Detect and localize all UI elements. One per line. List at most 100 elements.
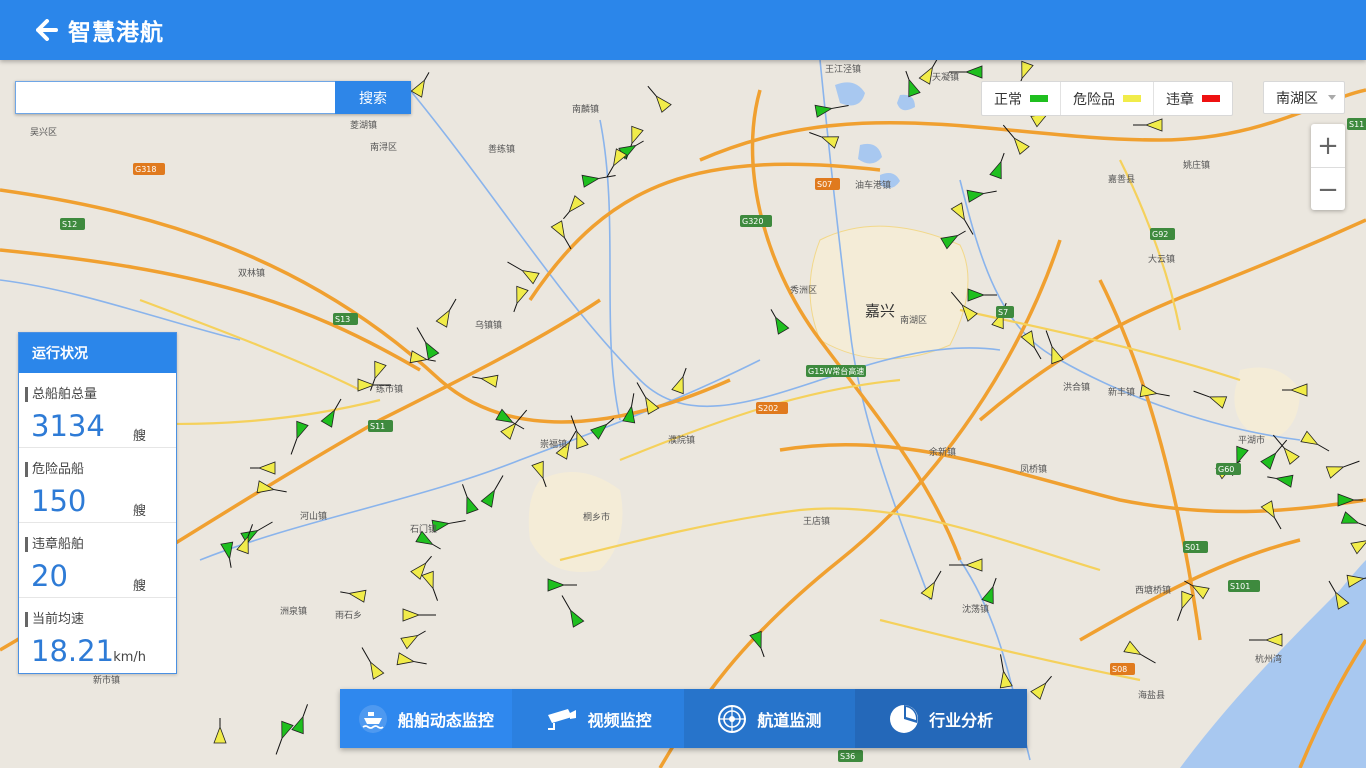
road-shield: G60 — [1216, 463, 1241, 475]
place-label: 菱湖镇 — [350, 119, 377, 131]
road-shield: G15W常台高速 — [806, 365, 866, 377]
road-shield: S36 — [838, 750, 863, 762]
nav-industry-analysis-button[interactable]: 行业分析 — [855, 689, 1027, 748]
place-label: 大云镇 — [1148, 253, 1175, 265]
place-label: 南麟镇 — [572, 103, 599, 115]
road-shield: G318 — [133, 163, 165, 175]
place-label: 秀洲区 — [790, 284, 817, 296]
stat-label: 危险品船 — [25, 462, 84, 477]
nav-ship-monitor-button[interactable]: 船舶动态监控 — [340, 689, 512, 748]
place-label: 天凝镇 — [932, 71, 959, 83]
nav-label: 视频监控 — [587, 710, 652, 730]
legend-swatch-green — [1030, 95, 1048, 102]
place-label: 洪合镇 — [1063, 381, 1090, 393]
road-shield: S11 — [1347, 118, 1366, 130]
search-input[interactable] — [15, 81, 335, 114]
stat-label: 当前均速 — [25, 612, 84, 627]
svg-text:S11: S11 — [1349, 120, 1364, 129]
place-label: 油车港镇 — [855, 179, 891, 191]
place-label: 王江泾镇 — [825, 63, 861, 75]
nav-label: 船舶动态监控 — [397, 710, 494, 730]
legend-swatch-red — [1202, 95, 1220, 102]
district-select[interactable]: 南湖区 — [1263, 81, 1345, 114]
place-label: 濮院镇 — [668, 434, 695, 446]
back-button[interactable] — [32, 15, 62, 45]
camera-icon — [547, 708, 576, 730]
app-title: 智慧港航 — [68, 20, 164, 46]
place-label: 新丰镇 — [1108, 386, 1135, 398]
svg-text:S13: S13 — [335, 315, 350, 324]
place-label: 河山镇 — [300, 510, 327, 522]
place-label: 南浔区 — [370, 141, 397, 153]
place-label: 姚庄镇 — [1183, 159, 1210, 171]
app-header: 智慧港航 — [0, 0, 1366, 60]
road-shield: G92 — [1150, 228, 1175, 240]
place-label: 海盐县 — [1138, 689, 1165, 701]
stat-unit: 艘 — [132, 504, 146, 519]
place-label: 洲泉镇 — [280, 605, 307, 617]
place-label: 乌镇镇 — [475, 319, 502, 331]
zoom-in-button[interactable]: + — [1311, 124, 1345, 168]
legend-label: 危险品 — [1073, 91, 1115, 108]
place-label: 崇福镇 — [540, 438, 567, 450]
place-label: 王店镇 — [803, 515, 830, 527]
road-shield: S01 — [1183, 541, 1208, 553]
zoom-out-button[interactable]: − — [1311, 168, 1345, 211]
svg-text:G320: G320 — [742, 217, 763, 226]
place-label: 嘉善县 — [1108, 173, 1135, 185]
road-shield: S13 — [333, 313, 358, 325]
place-label: 西塘桥镇 — [1135, 584, 1171, 596]
svg-text:S36: S36 — [840, 752, 855, 761]
place-label: 南湖区 — [900, 314, 927, 326]
stat-value: 18.21 — [31, 634, 115, 668]
stats-title: 运行状况 — [19, 333, 176, 373]
road-shield: S11 — [368, 420, 393, 432]
arrow-left-icon — [36, 19, 58, 41]
place-label: 善练镇 — [488, 143, 515, 155]
place-label: 练市镇 — [376, 383, 403, 395]
svg-text:G318: G318 — [135, 165, 156, 174]
svg-text:S7: S7 — [998, 308, 1008, 317]
place-label: 双林镇 — [238, 267, 265, 279]
road-shield: S101 — [1228, 580, 1260, 592]
svg-text:S11: S11 — [370, 422, 385, 431]
search-button[interactable]: 搜索 — [335, 81, 411, 114]
svg-text:G92: G92 — [1152, 230, 1168, 239]
svg-text:S202: S202 — [758, 404, 778, 413]
nav-label: 航道监测 — [757, 710, 822, 730]
legend-normal: 正常 — [982, 82, 1061, 115]
stat-average-speed: 当前均速 18.21 km/h — [19, 598, 176, 672]
stat-total-ships: 总船舶总量 3134 艘 — [19, 373, 176, 448]
place-label: 沈荡镇 — [962, 603, 989, 615]
road-shield: S202 — [756, 402, 788, 414]
place-label: 凤桥镇 — [1020, 463, 1047, 475]
legend-label: 违章 — [1166, 91, 1194, 108]
stat-value: 20 — [31, 559, 68, 593]
svg-text:S07: S07 — [817, 180, 832, 189]
place-label: 石门镇 — [410, 523, 437, 535]
nav-channel-monitor-button[interactable]: 航道监测 — [683, 689, 856, 748]
road-shield: S08 — [1110, 663, 1135, 675]
zoom-control: + − — [1311, 124, 1345, 210]
legend-swatch-yellow — [1123, 95, 1141, 102]
place-label: 平湖市 — [1238, 434, 1265, 446]
place-label: 雨石乡 — [335, 610, 362, 621]
svg-text:S101: S101 — [1230, 582, 1250, 591]
road-shield: S12 — [60, 218, 85, 230]
city-label-jiaxing: 嘉兴 — [865, 302, 895, 320]
stat-unit: 艘 — [132, 579, 146, 594]
chevron-down-icon — [1328, 95, 1336, 100]
stat-value: 150 — [31, 484, 87, 518]
road-shield: S07 — [815, 178, 840, 190]
road-shield: S7 — [996, 306, 1014, 318]
nav-video-monitor-button[interactable]: 视频监控 — [511, 689, 684, 748]
jiaxing-urban — [809, 225, 969, 360]
stats-panel: 运行状况 总船舶总量 3134 艘 危险品船 150 艘 违章船舶 20 艘 当… — [18, 332, 177, 674]
stat-dangerous-ships: 危险品船 150 艘 — [19, 448, 176, 523]
place-label: 余新镇 — [929, 446, 956, 458]
legend-dangerous: 危险品 — [1061, 82, 1154, 115]
svg-text:G15W常台高速: G15W常台高速 — [808, 366, 864, 376]
stat-label: 违章船舶 — [25, 537, 84, 552]
stat-unit: km/h — [113, 650, 146, 665]
legend-label: 正常 — [994, 91, 1022, 108]
